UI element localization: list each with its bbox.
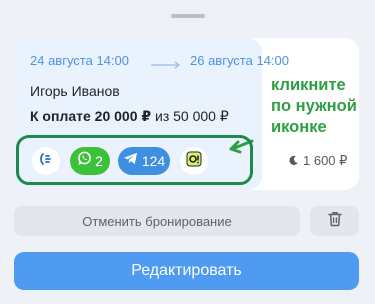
trash-icon xyxy=(327,211,342,232)
sheet-drag-handle[interactable] xyxy=(171,14,205,18)
hint-line: кликните xyxy=(271,76,346,94)
date-from: 24 августа 14:00 xyxy=(30,53,129,68)
hint-line: по нужной xyxy=(271,97,357,115)
edit-button[interactable]: Редактировать xyxy=(14,252,359,290)
date-to: 26 августа 14:00 xyxy=(190,53,289,68)
price-value: 1 600 ₽ xyxy=(303,153,348,168)
telegram-icon xyxy=(123,152,138,170)
moon-icon xyxy=(288,154,299,169)
delete-button[interactable] xyxy=(310,206,359,236)
price: 1 600 ₽ xyxy=(288,153,347,169)
channel-booking-button[interactable] xyxy=(32,147,60,175)
payment-info: К оплате 20 000 ₽ из 50 000 ₽ xyxy=(30,108,229,125)
payment-total: из 50 000 ₽ xyxy=(155,108,229,124)
channel-telegram-button[interactable]: 124 xyxy=(118,147,170,175)
telegram-count: 124 xyxy=(141,153,166,169)
whatsapp-icon xyxy=(77,151,92,171)
cancel-booking-button[interactable]: Отменить бронирование xyxy=(14,206,300,236)
whatsapp-count: 2 xyxy=(95,153,103,169)
ostrovok-icon xyxy=(186,151,202,172)
booking-dates: 24 августа 14:00 26 августа 14:00 xyxy=(30,53,310,69)
channel-whatsapp-button[interactable]: 2 xyxy=(70,147,110,175)
guest-name: Игорь Иванов xyxy=(30,83,120,99)
channel-ostrovok-button[interactable] xyxy=(180,147,208,175)
hint-line: иконке xyxy=(271,118,327,136)
arrow-right-icon xyxy=(151,57,181,72)
hint-text: кликните по нужной иконке xyxy=(271,75,371,138)
payment-due: К оплате 20 000 ₽ xyxy=(30,108,152,124)
booking-icon xyxy=(39,152,53,171)
